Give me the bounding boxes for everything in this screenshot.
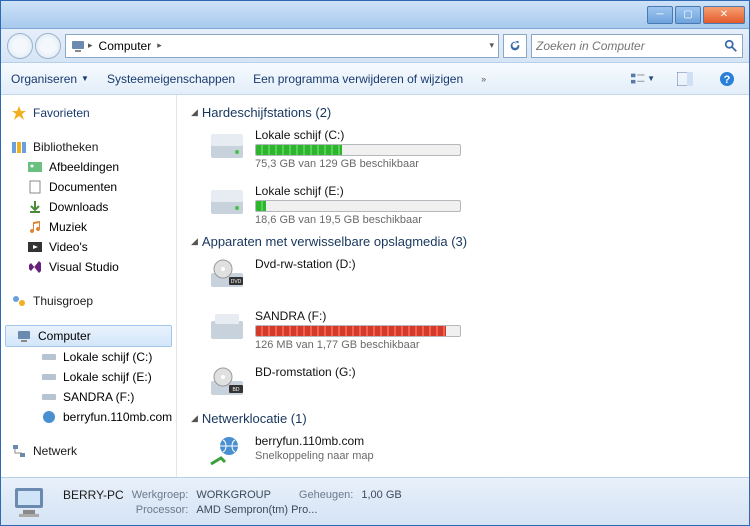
dvd-icon: DVD (207, 257, 247, 295)
computer-big-icon (11, 482, 51, 522)
forward-button[interactable] (35, 33, 61, 59)
hdd-icon (207, 184, 247, 222)
close-button[interactable]: ✕ (703, 6, 745, 24)
minimize-button[interactable]: ─ (647, 6, 673, 24)
titlebar: ─ ▢ ✕ (1, 1, 749, 29)
section-hdd[interactable]: ◢Hardeschijfstations (2) (191, 101, 735, 124)
back-button[interactable] (7, 33, 33, 59)
help-button[interactable]: ? (715, 68, 739, 90)
vs-icon (27, 259, 43, 275)
netloc-berryfun[interactable]: berryfun.110mb.com Snelkoppeling naar ma… (203, 430, 465, 476)
organize-menu[interactable]: Organiseren ▼ (11, 72, 89, 86)
drive-e[interactable]: Lokale schijf (E:) 18,6 GB van 19,5 GB b… (203, 180, 465, 230)
chevron-right-icon: ▸ (155, 40, 164, 51)
pane-icon (677, 72, 693, 86)
drive-c[interactable]: Lokale schijf (C:) 75,3 GB van 129 GB be… (203, 124, 465, 174)
content-pane: ◢Hardeschijfstations (2) Lokale schijf (… (177, 95, 749, 477)
sidebar-item-drive-e[interactable]: Lokale schijf (E:) (1, 367, 176, 387)
drive-icon (41, 349, 57, 365)
netloc-icon (207, 434, 247, 472)
bd-icon: BD (207, 365, 247, 403)
sidebar-item-drive-c[interactable]: Lokale schijf (C:) (1, 347, 176, 367)
sidebar-item-afbeeldingen[interactable]: Afbeeldingen (1, 157, 176, 177)
network-group[interactable]: Netwerk (1, 441, 176, 461)
drive-g[interactable]: BD BD-romstation (G:) (203, 361, 465, 407)
chevron-right-icon: ▸ (86, 40, 95, 51)
chevron-down-icon[interactable]: ▾ (489, 40, 494, 51)
libraries-group[interactable]: Bibliotheken (1, 137, 176, 157)
search-icon (724, 39, 738, 53)
sidebar-item-visualstudio[interactable]: Visual Studio (1, 257, 176, 277)
drive-d[interactable]: DVD Dvd-rw-station (D:) (203, 253, 465, 299)
svg-text:DVD: DVD (231, 279, 242, 285)
globe-icon (41, 409, 57, 425)
sidebar-item-berryfun[interactable]: berryfun.110mb.com (1, 407, 176, 427)
view-menu-button[interactable]: ▼ (631, 68, 655, 90)
search-input[interactable] (536, 39, 724, 53)
section-network[interactable]: ◢Netwerklocatie (1) (191, 407, 735, 430)
collapse-icon: ◢ (191, 236, 198, 247)
removable-icon (207, 309, 247, 347)
libraries-icon (11, 139, 27, 155)
sidebar-item-computer[interactable]: Computer (5, 325, 172, 347)
status-name: BERRY-PC (63, 488, 124, 502)
help-icon: ? (719, 71, 735, 87)
uninstall-program-button[interactable]: Een programma verwijderen of wijzigen (253, 72, 463, 86)
refresh-button[interactable] (503, 34, 527, 58)
computer-icon (70, 38, 86, 54)
star-icon (11, 105, 27, 121)
navigation-pane: Favorieten Bibliotheken Afbeeldingen Doc… (1, 95, 177, 477)
breadcrumb[interactable]: ▸ Computer ▸ ▾ (65, 34, 499, 58)
svg-text:?: ? (724, 74, 731, 86)
documents-icon (27, 179, 43, 195)
details-pane: BERRY-PC Werkgroep: WORKGROUP Geheugen: … (1, 477, 749, 525)
drive-icon (41, 369, 57, 385)
capacity-bar (255, 200, 461, 212)
sidebar-item-muziek[interactable]: Muziek (1, 217, 176, 237)
refresh-icon (508, 39, 522, 53)
chevron-down-icon: ▼ (81, 74, 89, 83)
view-icon (631, 72, 647, 86)
sidebar-item-documenten[interactable]: Documenten (1, 177, 176, 197)
favorites-group[interactable]: Favorieten (1, 103, 176, 123)
music-icon (27, 219, 43, 235)
maximize-button[interactable]: ▢ (675, 6, 701, 24)
sidebar-item-downloads[interactable]: Downloads (1, 197, 176, 217)
homegroup-group[interactable]: Thuisgroep (1, 291, 176, 311)
computer-icon (16, 328, 32, 344)
sidebar-item-drive-f[interactable]: SANDRA (F:) (1, 387, 176, 407)
pictures-icon (27, 159, 43, 175)
toolbar: Organiseren ▼ Systeemeigenschappen Een p… (1, 63, 749, 95)
drive-icon (41, 389, 57, 405)
toolbar-overflow[interactable]: » (481, 74, 486, 84)
svg-text:BD: BD (233, 387, 240, 393)
system-properties-button[interactable]: Systeemeigenschappen (107, 72, 235, 86)
sidebar-item-videos[interactable]: Video's (1, 237, 176, 257)
videos-icon (27, 239, 43, 255)
collapse-icon: ◢ (191, 107, 198, 118)
network-icon (11, 443, 27, 459)
explorer-window: ─ ▢ ✕ ▸ Computer ▸ ▾ Organiseren ▼ Syste… (0, 0, 750, 526)
hdd-icon (207, 128, 247, 166)
preview-pane-button[interactable] (673, 68, 697, 90)
breadcrumb-computer[interactable]: Computer (95, 39, 156, 53)
capacity-bar (255, 325, 461, 337)
downloads-icon (27, 199, 43, 215)
collapse-icon: ◢ (191, 413, 198, 424)
drive-f[interactable]: SANDRA (F:) 126 MB van 1,77 GB beschikba… (203, 305, 465, 355)
section-removable[interactable]: ◢Apparaten met verwisselbare opslagmedia… (191, 230, 735, 253)
search-box[interactable] (531, 34, 743, 58)
capacity-bar (255, 144, 461, 156)
homegroup-icon (11, 293, 27, 309)
address-bar: ▸ Computer ▸ ▾ (1, 29, 749, 63)
